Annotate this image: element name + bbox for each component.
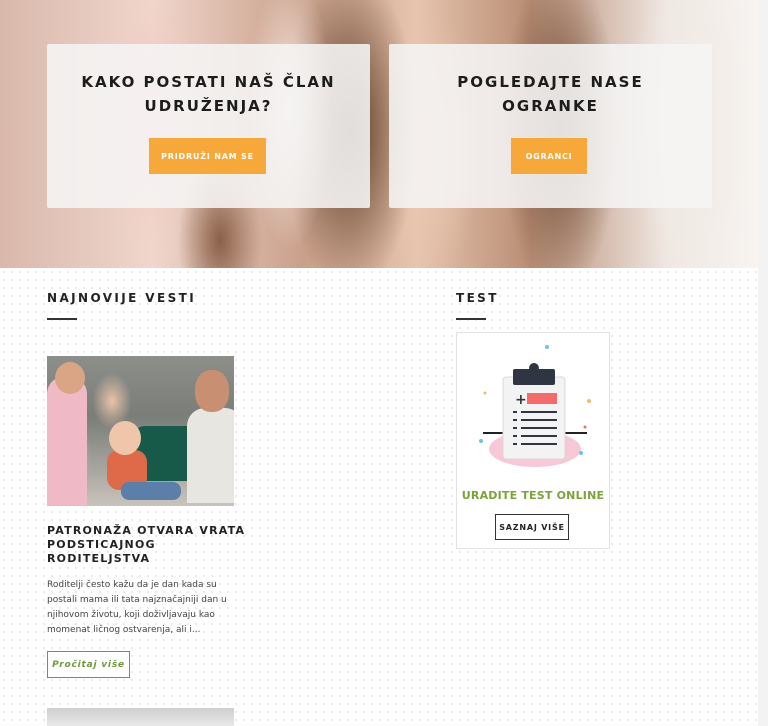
join-us-button[interactable]: PRIDRUŽI NAM SE	[149, 138, 266, 174]
branches-card: POGLEDAJTE NASE OGRANKE OGRANCI	[389, 44, 712, 208]
hero-banner: KAKO POSTATI NAŠ ČLAN UDRUŽENJA? PRIDRUŽ…	[0, 0, 758, 268]
latest-news-heading: NAJNOVIJE VESTI	[47, 291, 197, 305]
page-edge	[758, 0, 768, 726]
latest-news-underline	[47, 318, 77, 320]
test-underline	[456, 318, 486, 320]
membership-card: KAKO POSTATI NAŠ ČLAN UDRUŽENJA? PRIDRUŽ…	[47, 44, 370, 208]
learn-more-button[interactable]: SAZNAJ VIŠE	[495, 514, 569, 540]
test-card: + URADITE TEST ONLINE SAZNAJ VIŠE	[456, 332, 610, 549]
clipboard-icon: +	[479, 345, 591, 467]
test-online-heading[interactable]: URADITE TEST ONLINE	[457, 489, 609, 502]
branches-card-title: POGLEDAJTE NASE OGRANKE	[457, 73, 644, 115]
read-more-button[interactable]: Pročitaj više	[47, 651, 130, 678]
branches-button[interactable]: OGRANCI	[511, 138, 587, 174]
next-article-image[interactable]	[47, 708, 234, 726]
news-article-title[interactable]: PATRONAŽA OTVARA VRATA PODSTICAJNOG RODI…	[47, 524, 247, 566]
membership-card-title: KAKO POSTATI NAŠ ČLAN UDRUŽENJA?	[81, 73, 336, 115]
news-article-excerpt: Roditelji često kažu da je dan kada su p…	[47, 580, 227, 635]
svg-text:+: +	[515, 392, 527, 408]
news-article-image[interactable]	[47, 356, 234, 506]
test-heading: TEST	[456, 291, 499, 305]
